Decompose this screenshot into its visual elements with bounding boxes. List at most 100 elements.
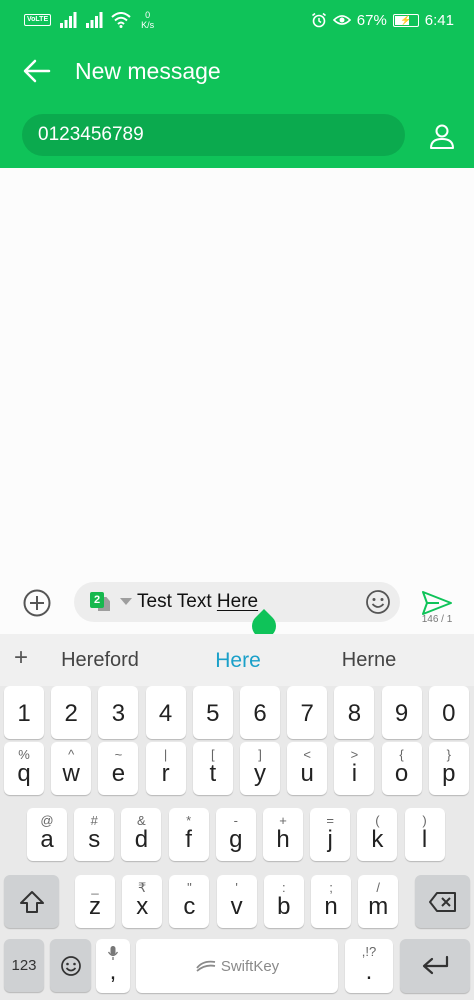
key-letter[interactable]: > i — [334, 742, 375, 795]
key-digit[interactable]: 6 — [240, 686, 280, 739]
key-letter[interactable]: ; n — [311, 875, 351, 928]
key-letter[interactable]: + h — [263, 808, 303, 861]
key-digit[interactable]: 0 — [428, 686, 469, 739]
enter-key[interactable] — [400, 939, 470, 993]
key-letter[interactable]: = j — [310, 808, 351, 861]
message-text-composing: Here — [216, 591, 259, 612]
key-letter[interactable]: ) l — [404, 808, 445, 861]
alarm-icon — [311, 12, 326, 28]
suggestion-center[interactable]: Here — [178, 649, 298, 673]
key-digit[interactable]: 2 — [51, 686, 92, 739]
toolbar-expand-button[interactable]: + — [14, 646, 28, 670]
speed-unit: K/s — [141, 20, 155, 30]
key-letter[interactable]: } p — [428, 742, 469, 795]
caret-down-icon[interactable] — [120, 598, 132, 605]
back-button[interactable] — [20, 54, 54, 88]
key-digit[interactable]: 4 — [145, 686, 186, 739]
message-thread-area — [0, 168, 474, 580]
charging-bolt-icon: ⚡ — [400, 14, 412, 25]
key-label: o — [394, 760, 409, 787]
key-label: j — [327, 826, 333, 853]
key-letter[interactable]: | r — [145, 742, 186, 795]
battery-percent: 67% — [356, 11, 387, 29]
key-letter[interactable]: ₹ x — [122, 875, 163, 928]
period-key[interactable]: ,!? . — [345, 939, 393, 993]
plus-circle-icon — [23, 589, 51, 617]
status-left: VoLTE 0 K/s — [24, 10, 154, 30]
key-digit[interactable]: 5 — [192, 686, 233, 739]
key-label: l — [421, 826, 428, 853]
recipient-value: 0123456789 — [38, 124, 144, 145]
key-label: t — [209, 760, 217, 787]
key-label: g — [229, 826, 243, 853]
emoji-button[interactable] — [365, 589, 391, 615]
network-speed: 0 K/s — [141, 10, 154, 30]
key-label: d — [134, 826, 149, 853]
app-header: New message 0123456789 — [0, 40, 474, 168]
key-letter[interactable]: " c — [169, 875, 210, 928]
status-bar: VoLTE 0 K/s 67% ⚡ 6:41 — [0, 0, 474, 40]
key-label: q — [17, 760, 31, 787]
space-key[interactable]: SwiftKey — [136, 939, 338, 993]
key-label: 8 — [347, 700, 362, 727]
key-digit[interactable]: 1 — [4, 686, 44, 739]
key-label: s — [88, 826, 101, 853]
backspace-key[interactable] — [415, 875, 470, 928]
sim-selector[interactable]: 2 — [90, 592, 118, 614]
key-letter[interactable]: & d — [121, 808, 162, 861]
key-label: 3 — [111, 700, 126, 727]
suggestion-left[interactable]: Hereford — [40, 649, 160, 672]
key-letter[interactable]: [t — [192, 742, 233, 795]
key-letter[interactable]: -g — [215, 808, 256, 861]
message-input[interactable]: 2 Test Text Here — [74, 582, 400, 622]
period-key-hint: ,!? — [361, 944, 377, 959]
wifi-icon — [111, 12, 131, 28]
key-digit[interactable]: 7 — [287, 686, 328, 739]
key-letter[interactable]: * f — [168, 808, 209, 861]
key-label: k — [371, 826, 384, 853]
key-letter[interactable]: ^ w — [51, 742, 92, 795]
shift-key[interactable] — [4, 875, 59, 928]
key-letter[interactable]: ' v — [216, 875, 257, 928]
recipient-input[interactable]: 0123456789 — [22, 114, 405, 156]
comma-key[interactable]: , — [96, 939, 130, 993]
key-letter[interactable]: % q — [4, 742, 44, 795]
swiftkey-brand: SwiftKey — [220, 957, 280, 975]
key-digit[interactable]: 8 — [334, 686, 375, 739]
signal-icon — [60, 12, 77, 28]
key-letter[interactable]: ~ e — [98, 742, 139, 795]
key-digit[interactable]: 9 — [381, 686, 422, 739]
key-letter[interactable]: / m — [358, 875, 399, 928]
key-label: h — [276, 826, 290, 853]
key-letter[interactable]: _ z — [75, 875, 115, 928]
battery-icon: ⚡ — [392, 13, 419, 27]
key-letter[interactable]: # s — [74, 808, 115, 861]
enter-arrow-icon — [422, 955, 449, 975]
attach-button[interactable] — [22, 588, 52, 618]
key-label: m — [368, 893, 389, 920]
key-label: a — [40, 826, 54, 853]
eye-comfort-icon — [332, 15, 351, 25]
symbols-key[interactable]: 123 — [4, 939, 44, 992]
key-letter[interactable]: ] y — [240, 742, 280, 795]
key-letter[interactable]: < u — [287, 742, 328, 795]
key-label: 6 — [253, 700, 267, 727]
key-letter[interactable]: @ a — [27, 808, 67, 861]
key-letter[interactable]: (k — [357, 808, 398, 861]
key-label: 1 — [17, 700, 31, 727]
key-label: e — [111, 760, 126, 787]
page-title: New message — [75, 58, 221, 84]
add-contact-button[interactable] — [424, 120, 460, 152]
key-label: p — [442, 760, 456, 787]
key-label: 2 — [64, 700, 78, 727]
character-counter: 146 / 1 — [421, 614, 453, 625]
key-label: y — [254, 760, 266, 787]
key-letter[interactable]: :b — [263, 875, 304, 928]
key-digit[interactable]: 3 — [98, 686, 139, 739]
key-label: n — [324, 893, 338, 920]
key-letter[interactable]: {o — [381, 742, 422, 795]
key-label: i — [351, 760, 358, 787]
emoji-key[interactable] — [50, 939, 91, 992]
key-label: c — [183, 893, 196, 920]
suggestion-right[interactable]: Herne — [309, 649, 429, 672]
